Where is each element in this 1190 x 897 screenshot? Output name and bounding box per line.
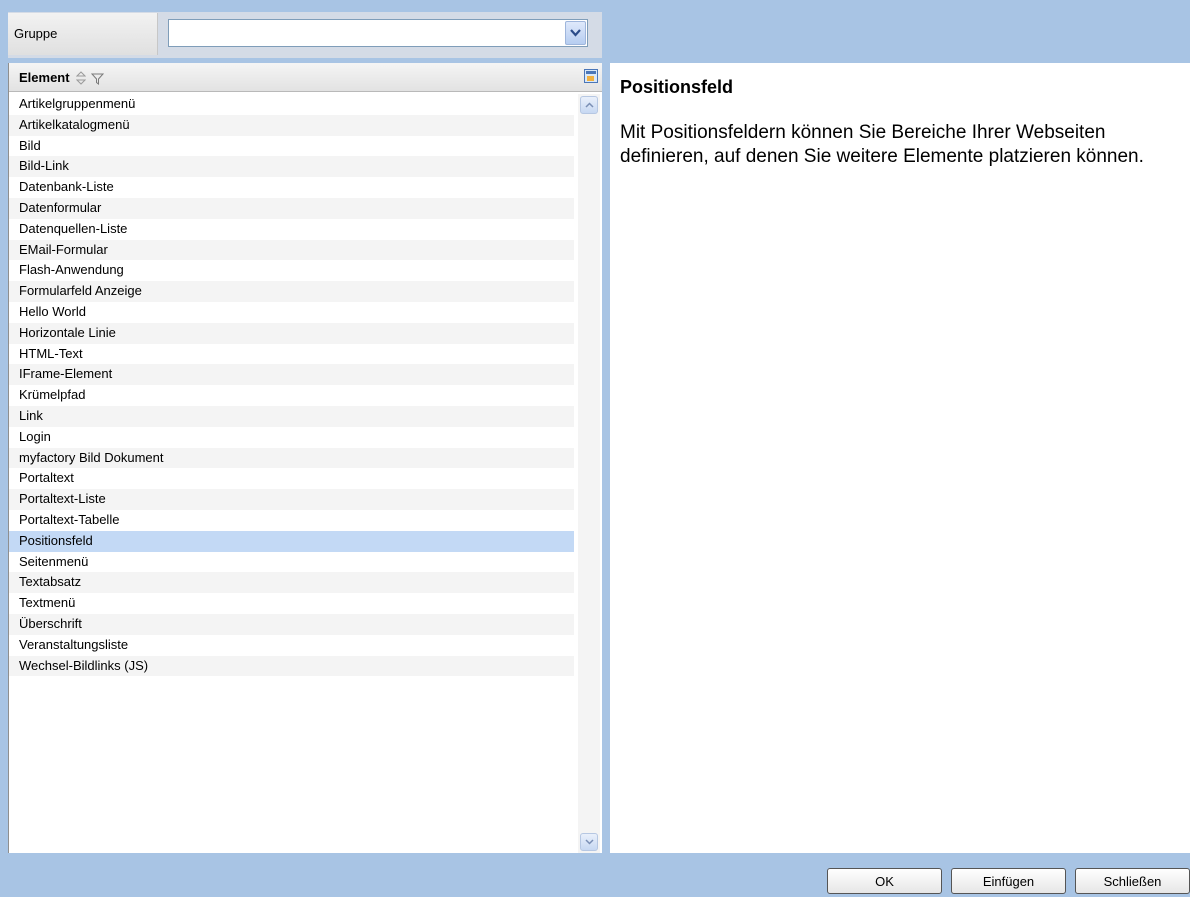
list-item[interactable]: Seitenmenü [9,552,574,573]
list-item[interactable]: EMail-Formular [9,239,574,261]
export-grid-icon[interactable] [584,69,598,88]
close-button[interactable]: Schließen [1075,868,1190,894]
scroll-up-icon[interactable] [580,96,598,114]
list-item[interactable]: Login [9,427,574,448]
list-item[interactable]: IFrame-Element [9,364,574,386]
description-panel: Positionsfeld Mit Positionsfeldern könne… [610,63,1190,853]
list-scrollbar[interactable] [578,94,600,853]
list-item[interactable]: Artikelgruppenmenü [9,94,574,115]
element-list-panel: Element Artikelgruppenmenü Artikelkatalog… [8,63,602,853]
list-item[interactable]: Überschrift [9,613,574,635]
list-item[interactable]: Datenformular [9,197,574,219]
ok-button[interactable]: OK [827,868,942,894]
list-item[interactable]: Portaltext [9,468,574,489]
chevron-down-icon[interactable] [565,21,586,45]
list-item[interactable]: Portaltext-Liste [9,489,574,510]
list-item[interactable]: Formularfeld Anzeige [9,281,574,302]
description-text: Mit Positionsfeldern können Sie Bereiche… [620,122,1144,167]
insert-button[interactable]: Einfügen [951,868,1066,894]
list-item[interactable]: Veranstaltungsliste [9,635,574,656]
list-item[interactable]: Positionsfeld [9,530,574,552]
list-item[interactable]: Bild [9,136,574,157]
list-item[interactable]: myfactory Bild Dokument [9,447,574,469]
scroll-down-icon[interactable] [580,833,598,851]
list-item[interactable]: Datenbank-Liste [9,177,574,198]
column-header-element[interactable]: Element [19,70,70,85]
list-item[interactable]: Datenquellen-Liste [9,219,574,240]
list-header: Element [9,63,602,92]
list-item[interactable]: Hello World [9,302,574,323]
sort-arrows-icon[interactable] [75,71,87,90]
list-item[interactable]: Artikelkatalogmenü [9,114,574,136]
filter-funnel-icon[interactable] [90,72,105,90]
list-item[interactable]: Flash-Anwendung [9,260,574,281]
list-item[interactable]: Textabsatz [9,572,574,594]
list-item[interactable]: HTML-Text [9,344,574,365]
list-item[interactable]: Horizontale Linie [9,322,574,344]
element-list: Artikelgruppenmenü Artikelkatalogmenü Bild… [9,94,574,677]
list-item[interactable]: Textmenü [9,593,574,614]
list-item[interactable]: Bild-Link [9,156,574,178]
list-item[interactable]: Wechsel-Bildlinks (JS) [9,655,574,677]
description-title: Positionsfeld [620,77,734,97]
list-item[interactable]: Link [9,405,574,427]
group-label: Gruppe [8,13,158,55]
group-select[interactable] [168,19,588,47]
list-item[interactable]: Krümelpfad [9,385,574,406]
list-item[interactable]: Portaltext-Tabelle [9,510,574,531]
